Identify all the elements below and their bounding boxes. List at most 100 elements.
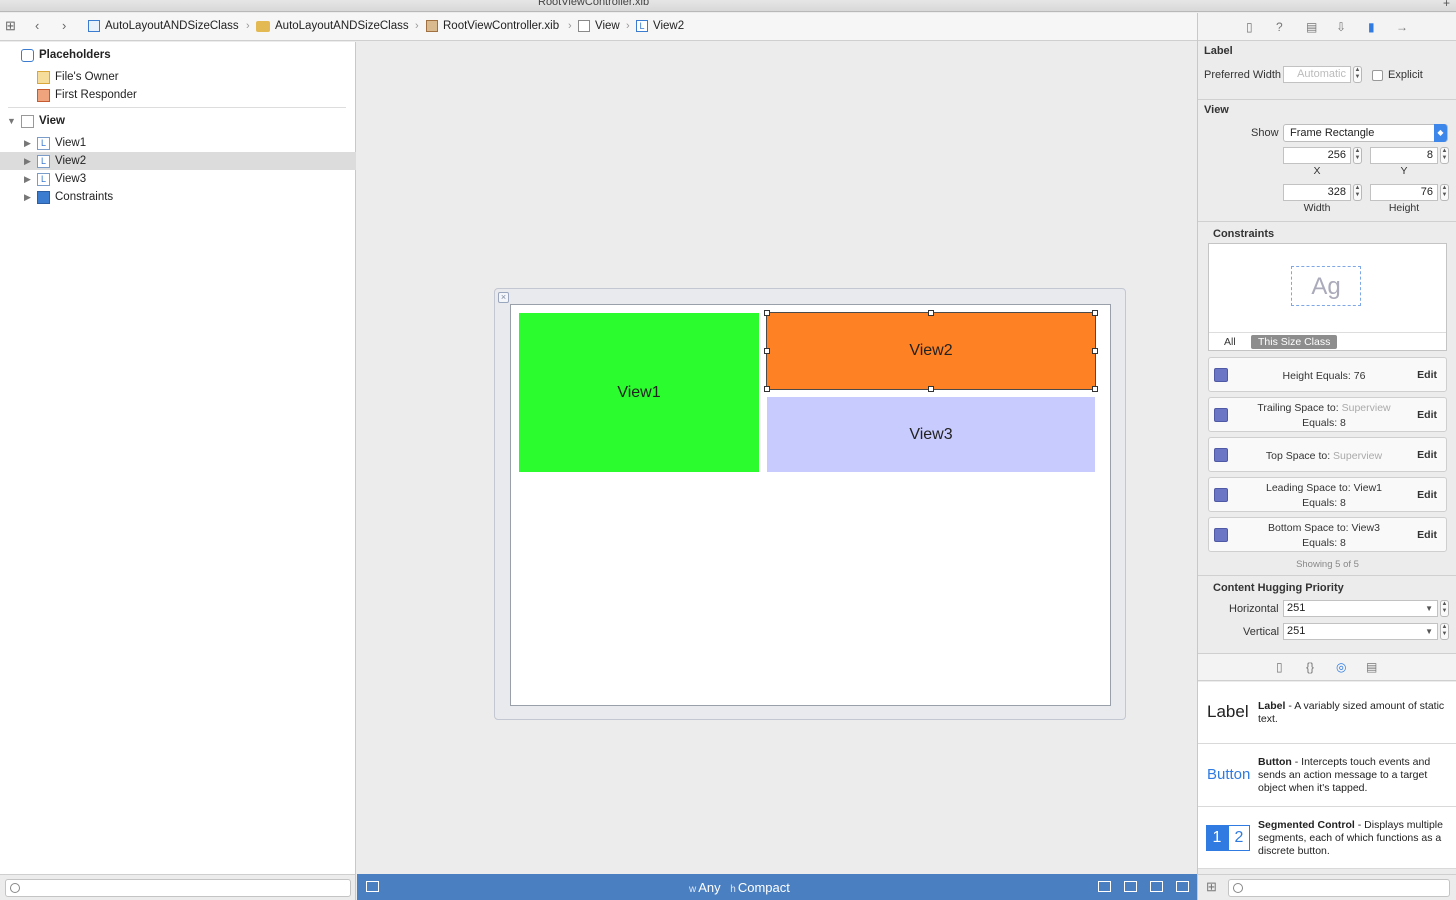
breadcrumb-view2[interactable]: L View2 bbox=[636, 20, 684, 32]
breadcrumb-file[interactable]: RootViewController.xib bbox=[426, 20, 559, 32]
file-template-library-icon[interactable]: ▯ bbox=[1276, 660, 1283, 674]
breadcrumb-separator: › bbox=[626, 20, 630, 32]
outline-item-constraints[interactable]: ▶ Constraints bbox=[0, 188, 356, 206]
library-item-segmented-control[interactable]: 1 2 Segmented Control - Displays multipl… bbox=[1198, 807, 1456, 869]
view3-label[interactable]: View3 bbox=[767, 397, 1095, 472]
y-stepper[interactable]: ▲ ▼ bbox=[1440, 147, 1449, 164]
add-tab-button[interactable]: + bbox=[1443, 0, 1450, 10]
trailing-constraint-icon bbox=[1214, 408, 1228, 422]
resize-handle[interactable] bbox=[1092, 348, 1098, 354]
vertical-label: Vertical bbox=[1243, 626, 1280, 638]
project-icon bbox=[88, 20, 100, 32]
pin-icon[interactable] bbox=[1124, 881, 1137, 892]
resize-handle[interactable] bbox=[928, 310, 934, 316]
view1-label[interactable]: View1 bbox=[519, 313, 759, 472]
y-field[interactable]: 8 bbox=[1370, 147, 1438, 164]
connections-inspector-icon[interactable]: → bbox=[1396, 20, 1408, 34]
show-select[interactable]: Frame Rectangle ◆ bbox=[1283, 124, 1448, 142]
width-stepper[interactable]: ▲ ▼ bbox=[1353, 184, 1362, 201]
disclosure-closed-icon[interactable]: ▶ bbox=[24, 138, 31, 149]
edit-button[interactable]: Edit bbox=[1417, 369, 1437, 381]
library-item-label[interactable]: Label Label - A variably sized amount of… bbox=[1198, 682, 1456, 744]
resolve-issues-icon[interactable] bbox=[1150, 881, 1163, 892]
size-class-selector[interactable]: w Any h Compact bbox=[689, 880, 790, 895]
constraint-trailing[interactable]: Trailing Space to: Superview Equals: 8 E… bbox=[1208, 397, 1447, 432]
hugging-section-title: Content Hugging Priority bbox=[1213, 582, 1344, 594]
constraint-leading[interactable]: Leading Space to: View1 Equals: 8 Edit bbox=[1208, 477, 1447, 512]
folder-icon bbox=[256, 20, 270, 32]
filter-icon bbox=[10, 883, 20, 893]
resize-handle[interactable] bbox=[764, 386, 770, 392]
size-inspector-icon[interactable]: ▮ bbox=[1368, 20, 1375, 34]
edit-button[interactable]: Edit bbox=[1417, 409, 1437, 421]
disclosure-closed-icon[interactable]: ▶ bbox=[24, 156, 31, 167]
resize-handle[interactable] bbox=[1092, 310, 1098, 316]
preferred-width-stepper[interactable]: ▲ ▼ bbox=[1353, 66, 1362, 83]
media-library-icon[interactable]: ▤ bbox=[1366, 660, 1377, 674]
breadcrumb-group[interactable]: AutoLayoutANDSizeClass bbox=[256, 20, 409, 32]
back-arrow-icon[interactable]: ‹ bbox=[35, 18, 39, 33]
resizing-behavior-icon[interactable] bbox=[1176, 881, 1189, 892]
height-field[interactable]: 76 bbox=[1370, 184, 1438, 201]
breadcrumb-view[interactable]: View bbox=[578, 20, 620, 32]
help-inspector-icon[interactable]: ? bbox=[1276, 20, 1283, 34]
resize-handle[interactable] bbox=[764, 310, 770, 316]
x-stepper[interactable]: ▲ ▼ bbox=[1353, 147, 1362, 164]
constraint-bottom[interactable]: Bottom Space to: View3 Equals: 8 Edit bbox=[1208, 517, 1447, 552]
close-scene-icon[interactable]: × bbox=[498, 292, 509, 303]
outline-item-view3[interactable]: ▶ L View3 bbox=[0, 170, 356, 188]
outline-item-first-responder[interactable]: First Responder bbox=[0, 86, 356, 104]
tab-this-size-class[interactable]: This Size Class bbox=[1251, 335, 1338, 349]
label-icon: L bbox=[37, 136, 50, 150]
toggle-outline-icon[interactable] bbox=[366, 881, 379, 892]
disclosure-closed-icon[interactable]: ▶ bbox=[24, 192, 31, 203]
object-library-icon[interactable]: ◎ bbox=[1336, 660, 1346, 674]
constraint-height[interactable]: Height Equals: 76 Edit bbox=[1208, 357, 1447, 392]
root-view[interactable]: View1 View2 View3 bbox=[510, 304, 1111, 706]
width-label: Width bbox=[1303, 202, 1331, 214]
code-snippet-library-icon[interactable]: {} bbox=[1306, 660, 1314, 674]
outline-item-view[interactable]: ▼ View bbox=[0, 112, 356, 130]
outline-item-files-owner[interactable]: File's Owner bbox=[0, 68, 356, 86]
outline-item-view1[interactable]: ▶ L View1 bbox=[0, 134, 356, 152]
constraints-section-title: Constraints bbox=[1213, 228, 1275, 240]
resize-handle[interactable] bbox=[1092, 386, 1098, 392]
resize-handle[interactable] bbox=[764, 348, 770, 354]
view2-label[interactable]: View2 bbox=[766, 312, 1096, 390]
disclosure-open-icon[interactable]: ▼ bbox=[7, 116, 16, 126]
identity-inspector-icon[interactable]: ▤ bbox=[1306, 20, 1317, 34]
edit-button[interactable]: Edit bbox=[1417, 489, 1437, 501]
library-tabs: ▯ {} ◎ ▤ bbox=[1198, 653, 1456, 681]
grid-view-icon[interactable]: ⊞ bbox=[1206, 879, 1217, 895]
outline-item-view2[interactable]: ▶ L View2 bbox=[0, 152, 356, 170]
x-field[interactable]: 256 bbox=[1283, 147, 1351, 164]
edit-button[interactable]: Edit bbox=[1417, 529, 1437, 541]
window-titlebar: RootViewController.xib + bbox=[0, 0, 1456, 12]
scene-frame[interactable]: × View1 View2 View3 bbox=[494, 288, 1126, 720]
breadcrumb-project[interactable]: AutoLayoutANDSizeClass bbox=[88, 20, 239, 32]
library-filter-input[interactable] bbox=[1228, 879, 1450, 897]
edit-button[interactable]: Edit bbox=[1417, 449, 1437, 461]
explicit-checkbox[interactable] bbox=[1372, 70, 1383, 81]
align-icon[interactable] bbox=[1098, 881, 1111, 892]
resize-handle[interactable] bbox=[928, 386, 934, 392]
horizontal-stepper[interactable]: ▲ ▼ bbox=[1440, 600, 1449, 617]
forward-arrow-icon[interactable]: › bbox=[62, 18, 66, 33]
label-preview: Label bbox=[1207, 702, 1249, 721]
library-item-button[interactable]: Button Button - Intercepts touch events … bbox=[1198, 744, 1456, 807]
vertical-stepper[interactable]: ▲ ▼ bbox=[1440, 623, 1449, 640]
height-stepper[interactable]: ▲ ▼ bbox=[1440, 184, 1449, 201]
file-inspector-icon[interactable]: ▯ bbox=[1246, 20, 1253, 34]
xib-file-icon bbox=[426, 20, 438, 32]
tab-all[interactable]: All bbox=[1224, 336, 1236, 348]
outline-filter-input[interactable] bbox=[5, 879, 351, 897]
width-field[interactable]: 328 bbox=[1283, 184, 1351, 201]
related-items-icon[interactable]: ⊞ bbox=[5, 18, 16, 34]
interface-builder-canvas[interactable]: × View1 View2 View3 bbox=[357, 42, 1197, 874]
preferred-width-field[interactable]: Automatic bbox=[1283, 66, 1351, 83]
attributes-inspector-icon[interactable]: ⇩ bbox=[1336, 20, 1346, 34]
horizontal-priority-field[interactable]: 251 ▼ bbox=[1283, 600, 1438, 617]
vertical-priority-field[interactable]: 251 ▼ bbox=[1283, 623, 1438, 640]
constraint-top[interactable]: Top Space to: Superview Edit bbox=[1208, 437, 1447, 472]
disclosure-closed-icon[interactable]: ▶ bbox=[24, 174, 31, 185]
